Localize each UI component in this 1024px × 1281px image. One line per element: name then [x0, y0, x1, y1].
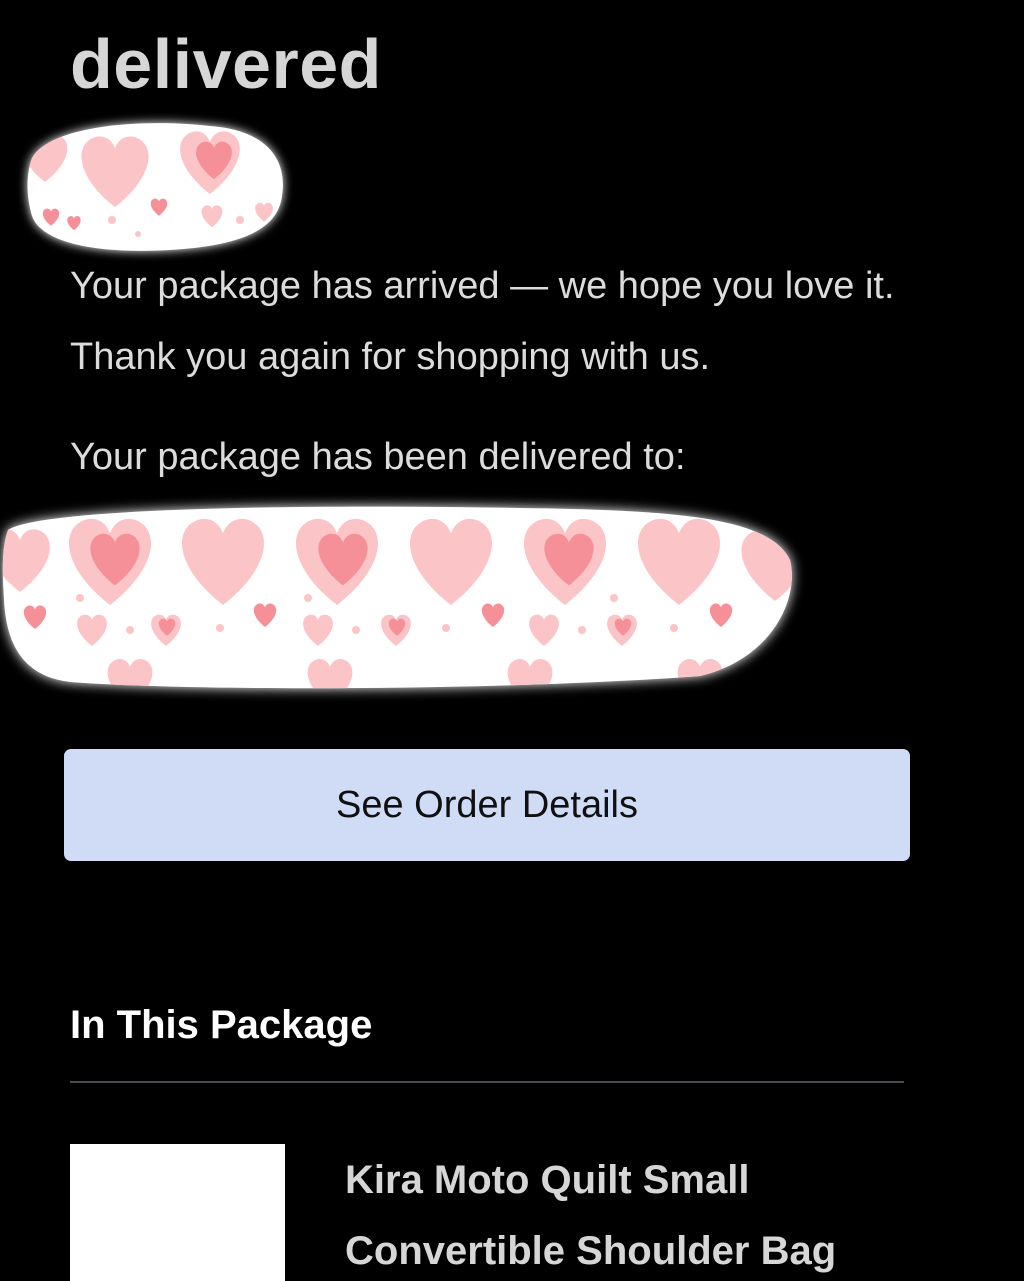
redaction-sticker-icon — [27, 123, 283, 251]
see-order-details-button[interactable]: See Order Details — [64, 749, 910, 861]
address-redaction-sticker-icon — [2, 506, 792, 689]
email-page: delivered Your package has arrived — we … — [0, 0, 1024, 1281]
section-divider — [70, 1081, 904, 1083]
delivery-message: Your package has arrived — we hope you l… — [70, 265, 895, 378]
product-image[interactable] — [70, 1144, 285, 1281]
package-section-title: In This Package — [70, 1003, 373, 1047]
delivery-headline: delivered — [70, 25, 382, 103]
delivered-to-label: Your package has been delivered to: — [70, 436, 686, 478]
product-name[interactable]: Kira Moto Quilt Small Convertible Should… — [345, 1145, 965, 1281]
